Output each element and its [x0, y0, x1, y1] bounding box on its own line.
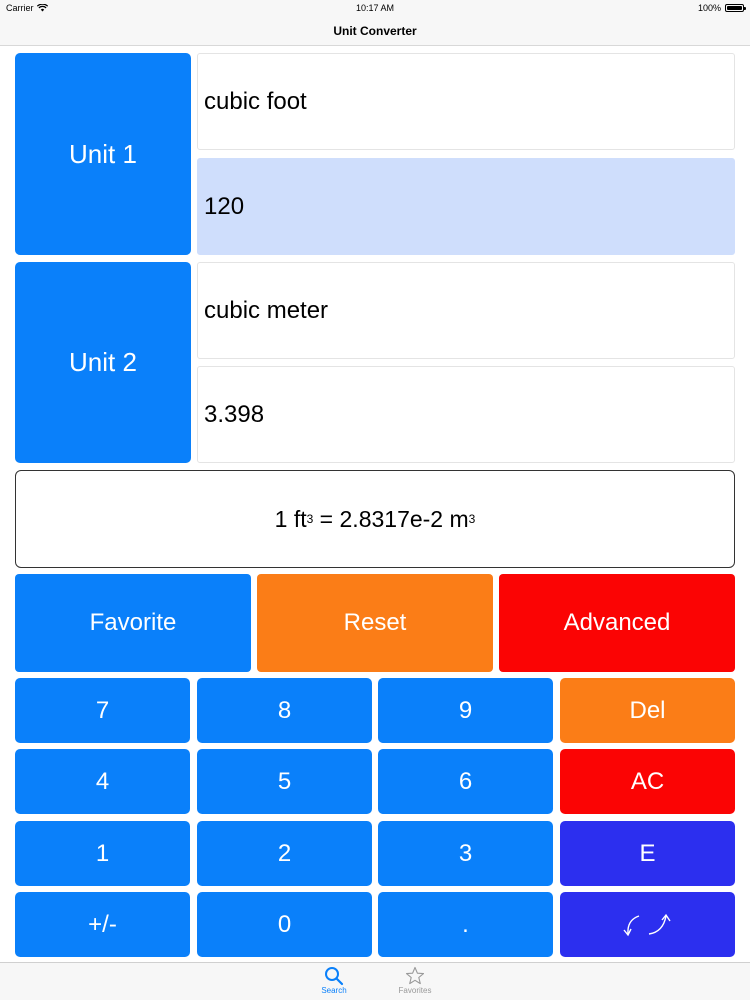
- unit1-value-text: 120: [204, 192, 245, 220]
- key-8[interactable]: 8: [197, 678, 372, 743]
- key-4[interactable]: 4: [15, 749, 190, 814]
- advanced-button[interactable]: Advanced: [499, 574, 735, 672]
- tab-search[interactable]: Search: [304, 966, 364, 995]
- unit1-button-label: Unit 1: [69, 138, 137, 169]
- unit2-value-field[interactable]: 3.398: [197, 366, 735, 463]
- formula-rhs-exponent: 3: [468, 512, 476, 526]
- key-5[interactable]: 5: [197, 749, 372, 814]
- all-clear-button[interactable]: AC: [560, 749, 735, 814]
- decimal-point-button[interactable]: .: [378, 892, 553, 957]
- key-3[interactable]: 3: [378, 821, 553, 886]
- unit2-name-text: cubic meter: [204, 296, 329, 324]
- key-6[interactable]: 6: [378, 749, 553, 814]
- unit2-name-field[interactable]: cubic meter: [197, 262, 735, 359]
- nav-bar: Unit Converter: [0, 16, 750, 46]
- formula-lhs-exponent: 3: [306, 512, 314, 526]
- key-0[interactable]: 0: [197, 892, 372, 957]
- battery-icon: [725, 4, 746, 12]
- battery-percent: 100%: [697, 3, 721, 13]
- tab-favorites[interactable]: Favorites: [385, 966, 445, 995]
- key-1[interactable]: 1: [15, 821, 190, 886]
- unit2-value-text: 3.398: [204, 400, 265, 428]
- status-right: 100%: [697, 3, 746, 13]
- plus-minus-button[interactable]: +/-: [15, 892, 190, 957]
- conversion-formula: 1 ft 3 = 2.8317e-2 m3: [15, 470, 735, 568]
- formula-rhs: = 2.8317e-2 m: [313, 505, 469, 532]
- formula-lhs: 1 ft: [274, 505, 307, 532]
- favorite-button[interactable]: Favorite: [15, 574, 251, 672]
- swap-units-button[interactable]: [560, 892, 735, 957]
- key-9[interactable]: 9: [378, 678, 553, 743]
- tab-search-label: Search: [321, 986, 347, 995]
- key-2[interactable]: 2: [197, 821, 372, 886]
- page-title: Unit Converter: [333, 23, 417, 38]
- unit1-value-field[interactable]: 120: [197, 158, 735, 255]
- unit1-name-field[interactable]: cubic foot: [197, 53, 735, 150]
- unit2-button-label: Unit 2: [69, 347, 137, 377]
- unit2-button[interactable]: Unit 2: [15, 262, 191, 463]
- status-bar: Carrier 10:17 AM 100%: [0, 0, 750, 16]
- exponent-button[interactable]: E: [560, 821, 735, 886]
- swap-arrows-icon: [622, 913, 671, 936]
- magnifier-icon: [325, 967, 344, 986]
- status-time: 10:17 AM: [355, 3, 395, 13]
- tab-favorites-label: Favorites: [398, 986, 432, 995]
- delete-button[interactable]: Del: [560, 678, 735, 743]
- star-icon: [405, 966, 425, 985]
- reset-button[interactable]: Reset: [257, 574, 493, 672]
- key-7[interactable]: 7: [15, 678, 190, 743]
- unit1-button[interactable]: Unit 1: [15, 53, 191, 255]
- unit1-name-text: cubic foot: [204, 87, 307, 115]
- tab-bar: Search Favorites: [0, 962, 750, 1000]
